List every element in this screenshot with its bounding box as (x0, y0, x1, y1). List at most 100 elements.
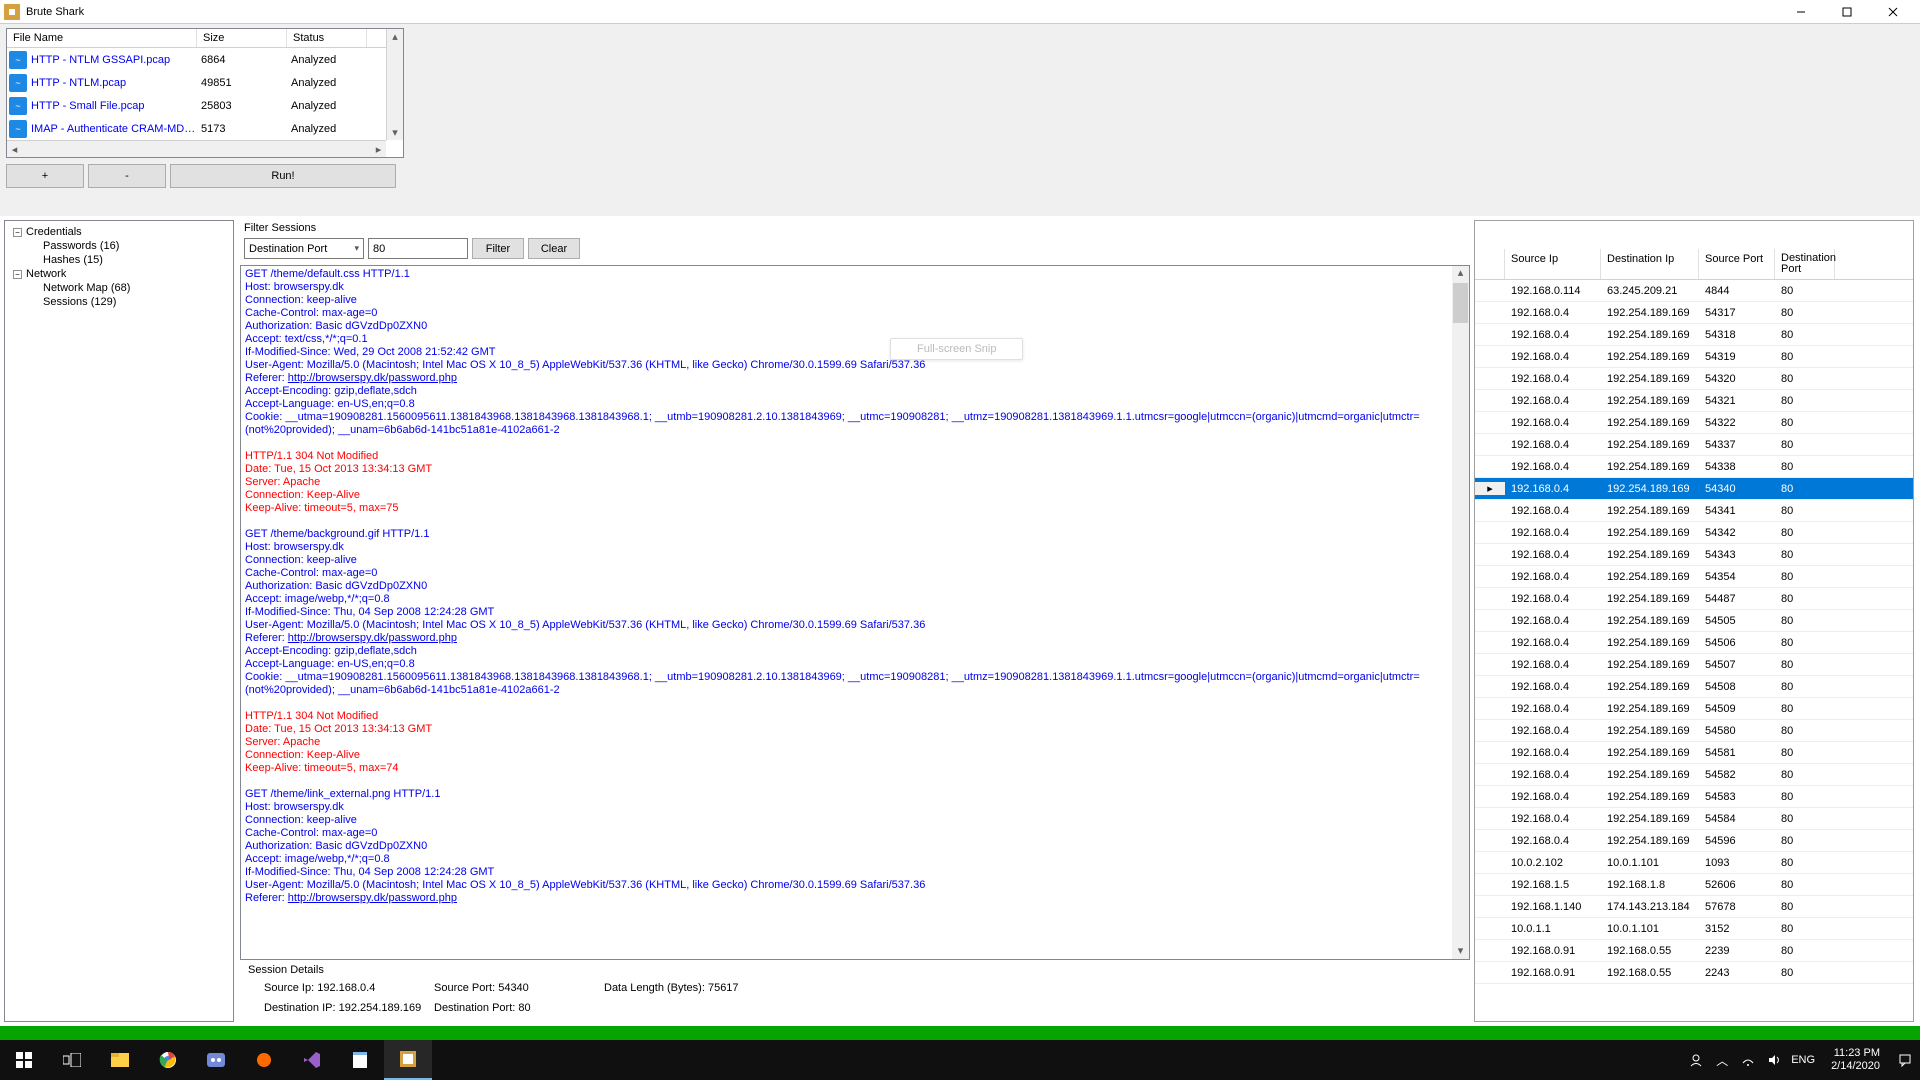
scroll-down-icon[interactable]: ▾ (388, 125, 403, 140)
window-title: Brute Shark (26, 6, 1778, 18)
session-row[interactable]: 192.168.0.4192.254.189.1695433880 (1475, 456, 1913, 478)
session-row[interactable]: 192.168.0.4192.254.189.1695431880 (1475, 324, 1913, 346)
status-bar (0, 1026, 1920, 1040)
col-source-ip[interactable]: Source Ip (1505, 249, 1601, 279)
session-row[interactable]: 192.168.0.4192.254.189.1695431980 (1475, 346, 1913, 368)
people-icon[interactable] (1687, 1051, 1705, 1069)
scroll-right-icon[interactable]: ▸ (371, 142, 386, 157)
tree-passwords[interactable]: Passwords (16) (9, 239, 229, 253)
discord-icon[interactable] (192, 1040, 240, 1080)
filter-field-combo[interactable]: Destination Port (244, 238, 364, 259)
session-row[interactable]: 192.168.0.4192.254.189.1695450780 (1475, 654, 1913, 676)
taskbar-clock[interactable]: 11:23 PM 2/14/2020 (1823, 1047, 1888, 1073)
notifications-icon[interactable] (1896, 1051, 1914, 1069)
pcap-icon: ~ (9, 51, 27, 69)
file-explorer-icon[interactable] (96, 1040, 144, 1080)
session-row[interactable]: 192.168.0.4192.254.189.1695433780 (1475, 434, 1913, 456)
file-size: 6864 (197, 54, 287, 66)
session-row[interactable]: 192.168.0.11463.245.209.21484480 (1475, 280, 1913, 302)
language-indicator[interactable]: ENG (1791, 1051, 1815, 1069)
session-row[interactable]: 192.168.0.91192.168.0.55223980 (1475, 940, 1913, 962)
file-table-hscroll[interactable]: ◂ ▸ (7, 140, 386, 157)
chrome-icon[interactable] (144, 1040, 192, 1080)
col-file-name[interactable]: File Name (7, 29, 197, 47)
file-row[interactable]: ~IMAP - Authenticate CRAM-MD5...5173Anal… (7, 117, 403, 140)
app-icon-orange[interactable] (240, 1040, 288, 1080)
session-row[interactable]: 192.168.0.4192.254.189.1695432280 (1475, 412, 1913, 434)
session-row[interactable]: 192.168.0.4192.254.189.1695450580 (1475, 610, 1913, 632)
session-row[interactable]: 192.168.0.4192.254.189.1695431780 (1475, 302, 1913, 324)
run-button[interactable]: Run! (170, 164, 396, 188)
visual-studio-icon[interactable] (288, 1040, 336, 1080)
scroll-up-icon[interactable]: ▴ (1453, 266, 1468, 281)
file-table-header: File Name Size Status (7, 29, 403, 48)
tree-network[interactable]: −Network (9, 267, 229, 281)
session-row[interactable]: 192.168.0.4192.254.189.1695458380 (1475, 786, 1913, 808)
notepad-icon[interactable] (336, 1040, 384, 1080)
col-dest-port[interactable]: Destination Port (1775, 249, 1835, 279)
filter-value-input[interactable] (368, 238, 468, 259)
tree-sessions[interactable]: Sessions (129) (9, 295, 229, 309)
file-row[interactable]: ~HTTP - Small File.pcap25803Analyzed (7, 94, 403, 117)
maximize-button[interactable] (1824, 0, 1870, 24)
filter-button[interactable]: Filter (472, 238, 524, 259)
session-row[interactable]: 192.168.0.4192.254.189.1695434280 (1475, 522, 1913, 544)
scroll-left-icon[interactable]: ◂ (7, 142, 22, 157)
session-row[interactable]: ▸192.168.0.4192.254.189.1695434080 (1475, 478, 1913, 500)
col-source-port[interactable]: Source Port (1699, 249, 1775, 279)
center-pane: Filter Sessions Destination Port Filter … (240, 220, 1470, 1022)
session-row[interactable]: 192.168.0.4192.254.189.1695459680 (1475, 830, 1913, 852)
tree-credentials[interactable]: −Credentials (9, 225, 229, 239)
session-row[interactable]: 10.0.2.10210.0.1.101109380 (1475, 852, 1913, 874)
file-row[interactable]: ~HTTP - NTLM.pcap49851Analyzed (7, 71, 403, 94)
session-row[interactable]: 10.0.1.110.0.1.101315280 (1475, 918, 1913, 940)
tree-network-map[interactable]: Network Map (68) (9, 281, 229, 295)
pcap-icon: ~ (9, 120, 27, 138)
session-row[interactable]: 192.168.0.4192.254.189.1695434380 (1475, 544, 1913, 566)
scroll-up-icon[interactable]: ▴ (388, 29, 403, 44)
session-row[interactable]: 192.168.0.4192.254.189.1695458280 (1475, 764, 1913, 786)
col-dest-ip[interactable]: Destination Ip (1601, 249, 1699, 279)
session-row[interactable]: 192.168.0.4192.254.189.1695458480 (1475, 808, 1913, 830)
session-row[interactable]: 192.168.0.4192.254.189.1695434180 (1475, 500, 1913, 522)
session-row[interactable]: 192.168.0.4192.254.189.1695450680 (1475, 632, 1913, 654)
tree-hashes[interactable]: Hashes (15) (9, 253, 229, 267)
session-row[interactable]: 192.168.0.4192.254.189.1695432080 (1475, 368, 1913, 390)
col-size[interactable]: Size (197, 29, 287, 47)
add-file-button[interactable]: + (6, 164, 84, 188)
remove-file-button[interactable]: - (88, 164, 166, 188)
session-row[interactable]: 192.168.0.4192.254.189.1695435480 (1475, 566, 1913, 588)
session-row[interactable]: 192.168.0.4192.254.189.1695450980 (1475, 698, 1913, 720)
http-content[interactable]: GET /theme/default.css HTTP/1.1Host: bro… (240, 265, 1470, 960)
session-row[interactable]: 192.168.0.4192.254.189.1695450880 (1475, 676, 1913, 698)
app-icon (4, 4, 20, 20)
session-row[interactable]: 192.168.0.4192.254.189.1695448780 (1475, 588, 1913, 610)
col-status[interactable]: Status (287, 29, 367, 47)
session-row[interactable]: 192.168.0.4192.254.189.1695458080 (1475, 720, 1913, 742)
network-icon[interactable] (1739, 1051, 1757, 1069)
file-row[interactable]: ~HTTP - NTLM GSSAPI.pcap6864Analyzed (7, 48, 403, 71)
task-view-button[interactable] (48, 1040, 96, 1080)
close-button[interactable] (1870, 0, 1916, 24)
start-button[interactable] (0, 1040, 48, 1080)
collapse-icon[interactable]: − (13, 270, 22, 279)
sessions-table: Source Ip Destination Ip Source Port Des… (1474, 220, 1914, 1022)
detail-dest-port: Destination Port: 80 (434, 1002, 604, 1014)
volume-icon[interactable] (1765, 1051, 1783, 1069)
file-table-vscroll[interactable]: ▴ ▾ (386, 29, 403, 140)
session-row[interactable]: 192.168.0.4192.254.189.1695458180 (1475, 742, 1913, 764)
session-row[interactable]: 192.168.0.4192.254.189.1695432180 (1475, 390, 1913, 412)
session-row[interactable]: 192.168.0.91192.168.0.55224380 (1475, 962, 1913, 984)
session-row[interactable]: 192.168.1.140174.143.213.1845767880 (1475, 896, 1913, 918)
clear-button[interactable]: Clear (528, 238, 580, 259)
collapse-icon[interactable]: − (13, 228, 22, 237)
session-row[interactable]: 192.168.1.5192.168.1.85260680 (1475, 874, 1913, 896)
tree-pane: −Credentials Passwords (16) Hashes (15) … (4, 220, 234, 1022)
scroll-down-icon[interactable]: ▾ (1453, 944, 1468, 959)
file-size: 25803 (197, 100, 287, 112)
minimize-button[interactable] (1778, 0, 1824, 24)
tray-chevron-icon[interactable]: ︿ (1713, 1051, 1731, 1069)
http-vscroll[interactable]: ▴ ▾ (1452, 266, 1469, 959)
scroll-thumb[interactable] (1453, 283, 1468, 323)
brute-shark-taskbar-icon[interactable] (384, 1040, 432, 1080)
